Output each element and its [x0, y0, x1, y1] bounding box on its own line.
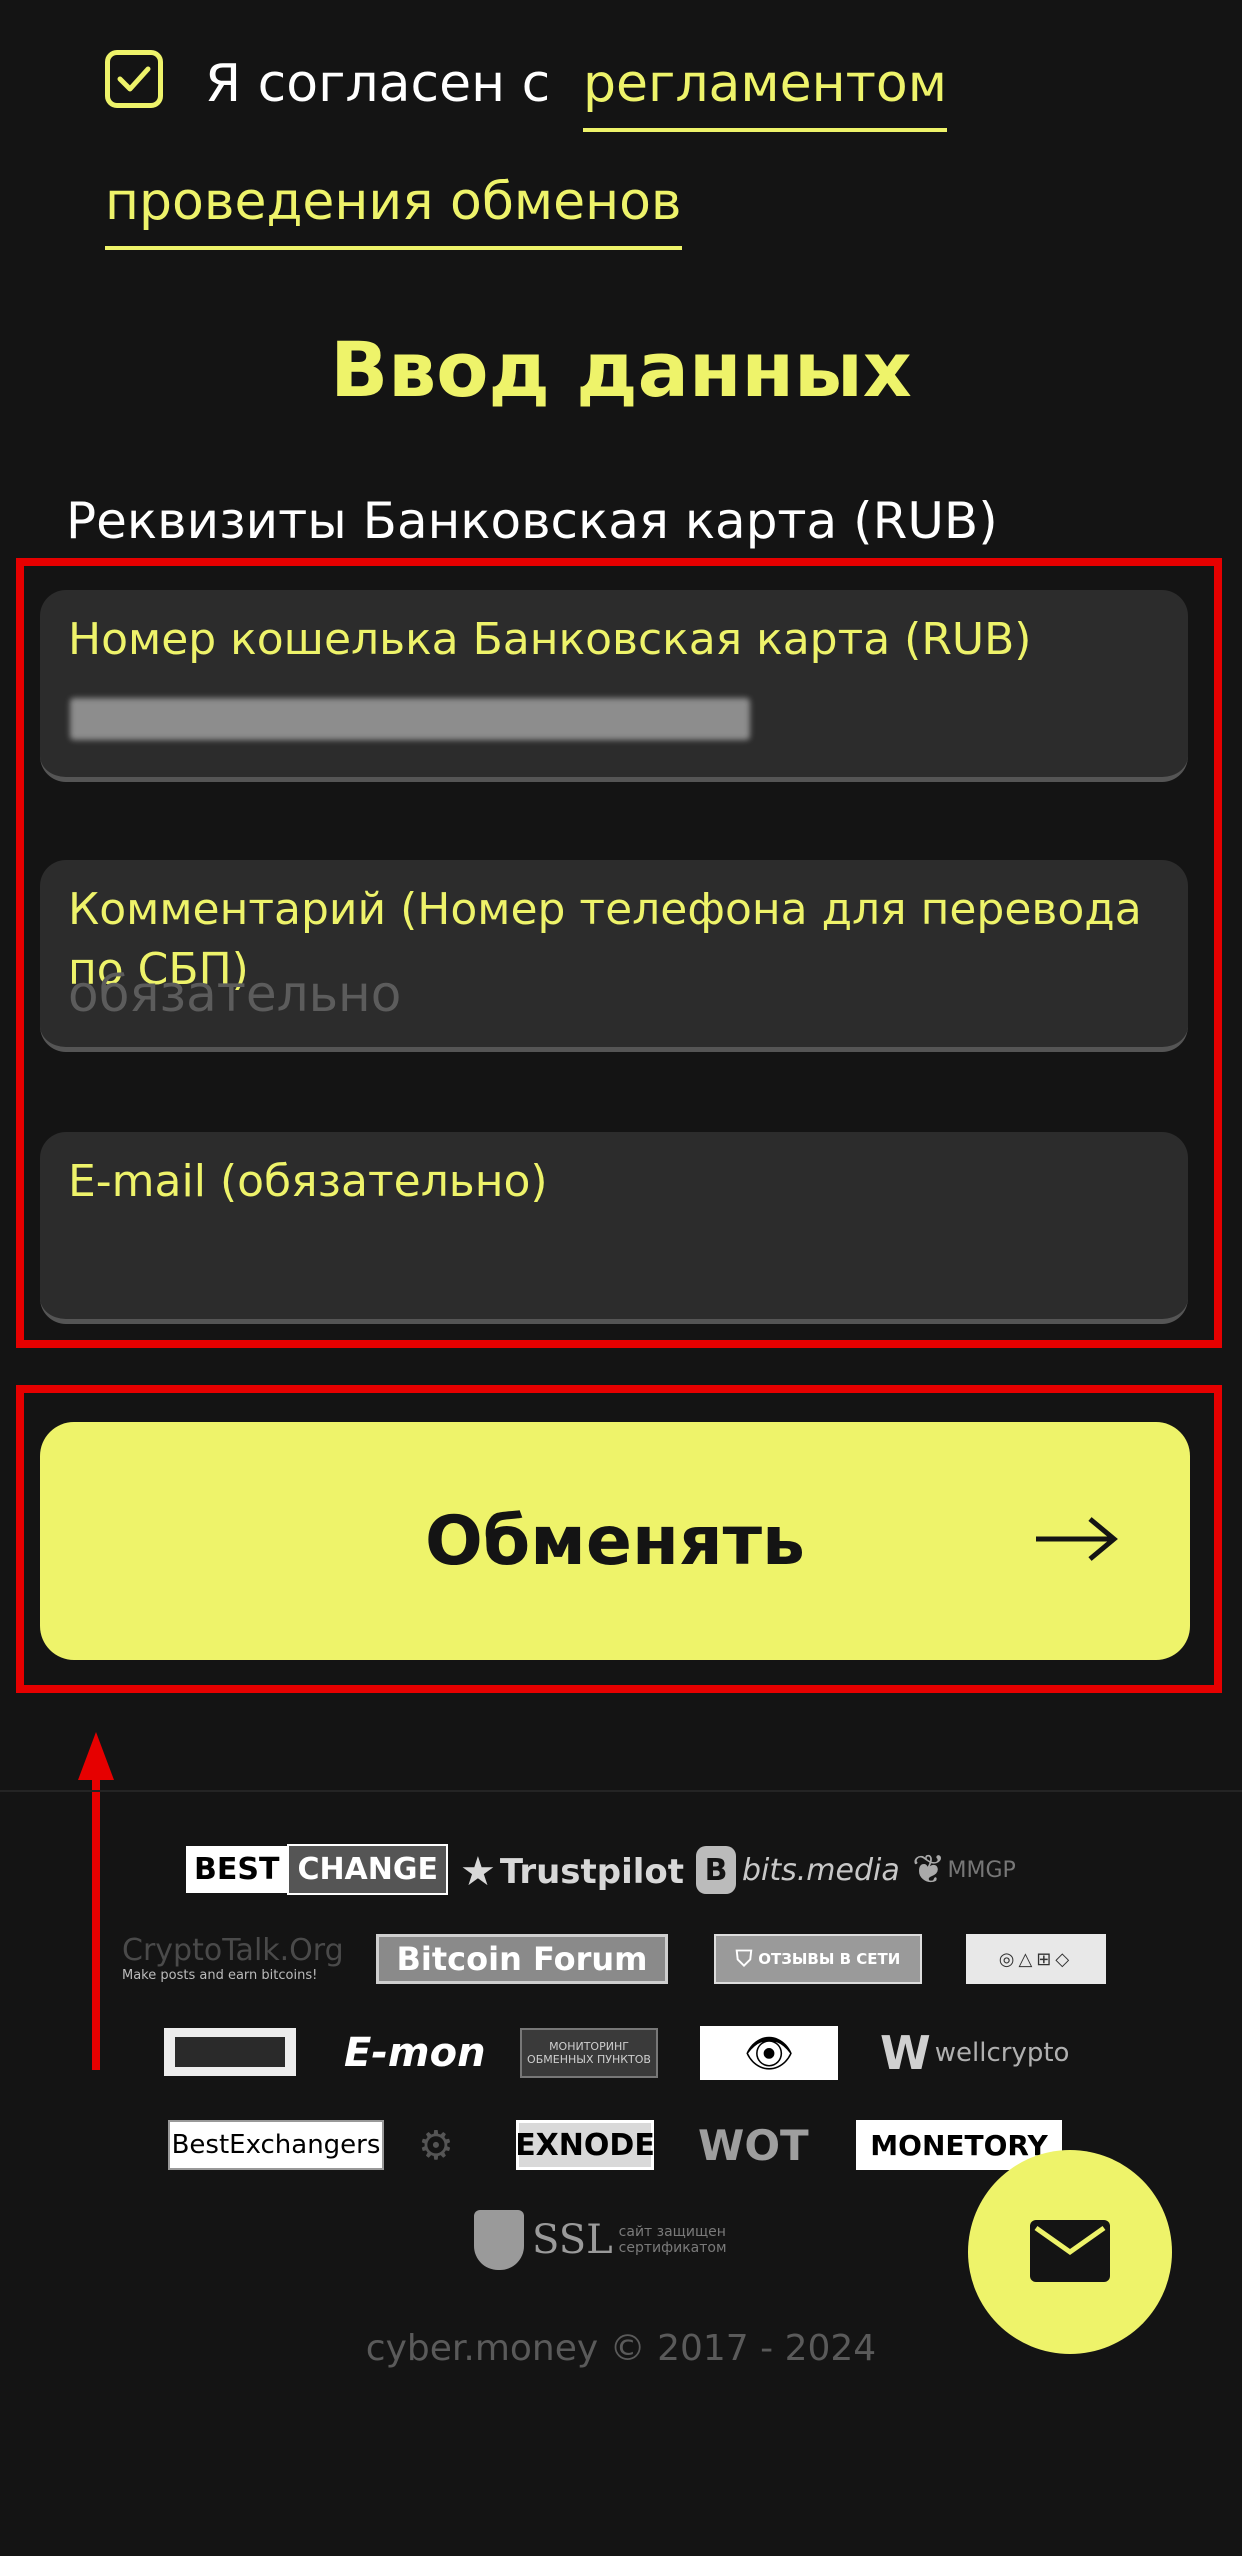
reviews-network-logo[interactable]: ⛉ ОТЗЫВЫ В СЕТИ	[714, 1934, 922, 1984]
red-arrow-up-icon	[78, 1732, 114, 2070]
agreement-text: Я согласен с	[205, 54, 551, 114]
bestchange-logo[interactable]: BEST CHANGE	[186, 1842, 449, 1896]
shield-icon: ⛉	[735, 1946, 753, 1972]
regulations-link-continued[interactable]: проведения обменов	[105, 170, 682, 250]
exnode-logo[interactable]: EXNODE	[515, 2120, 655, 2170]
wing-icon: ❦	[912, 1847, 946, 1893]
footer-divider	[0, 1790, 1242, 1792]
eye-logo[interactable]: 👁	[700, 2026, 838, 2080]
section-title: Ввод данных	[330, 325, 912, 414]
emon-logo[interactable]: E-mon	[344, 2026, 486, 2080]
monitor-badge-icon	[175, 2037, 285, 2067]
requisites-subtitle: Реквизиты Банковская карта (RUB)	[66, 492, 998, 550]
exchangers-monitor-logo[interactable]	[164, 2028, 296, 2076]
symbols-icon: ◎△⊞◇	[998, 1948, 1074, 1970]
button-highlight-frame	[16, 1385, 1222, 1693]
ssl-shield-icon	[474, 2210, 524, 2270]
gear-icon: ⚙	[418, 2123, 454, 2169]
wellcrypto-logo[interactable]: W wellcrypto	[880, 2026, 1069, 2080]
bitsmedia-logo[interactable]: B bits.media	[696, 1842, 900, 1898]
bestexchangers-logo[interactable]: BestExchangers	[168, 2120, 384, 2170]
ssl-badge: SSL сайт защищен сертификатом	[474, 2208, 759, 2272]
eye-icon: 👁	[743, 2030, 795, 2077]
regulations-link[interactable]: регламентом	[583, 52, 947, 132]
fields-highlight-frame	[16, 558, 1222, 1348]
agreement-checkbox[interactable]	[105, 50, 163, 108]
gear-logo[interactable]: ⚙	[418, 2122, 454, 2170]
exchange-monitoring-logo[interactable]: МОНИТОРИНГ ОБМЕННЫХ ПУНКТОВ	[520, 2028, 658, 2078]
checkmark-icon	[117, 66, 151, 92]
trustpilot-logo[interactable]: ★ Trustpilot	[460, 1846, 684, 1898]
bitcoin-icon: B	[696, 1846, 736, 1894]
w-mark-icon: W	[880, 2026, 931, 2080]
bitcoin-forum-logo[interactable]: Bitcoin Forum	[376, 1934, 668, 1984]
mmgp-logo[interactable]: ❦ MMGP	[912, 1842, 1016, 1898]
cryptotalk-logo[interactable]: CryptoTalk.Org Make posts and earn bitco…	[122, 1930, 344, 1986]
star-icon: ★	[460, 1849, 496, 1895]
mail-icon	[1030, 2220, 1110, 2282]
exchangers-icons-logo[interactable]: ◎△⊞◇	[966, 1934, 1106, 1984]
contact-fab-button[interactable]	[968, 2150, 1172, 2354]
wot-logo[interactable]: WOT	[698, 2118, 809, 2172]
